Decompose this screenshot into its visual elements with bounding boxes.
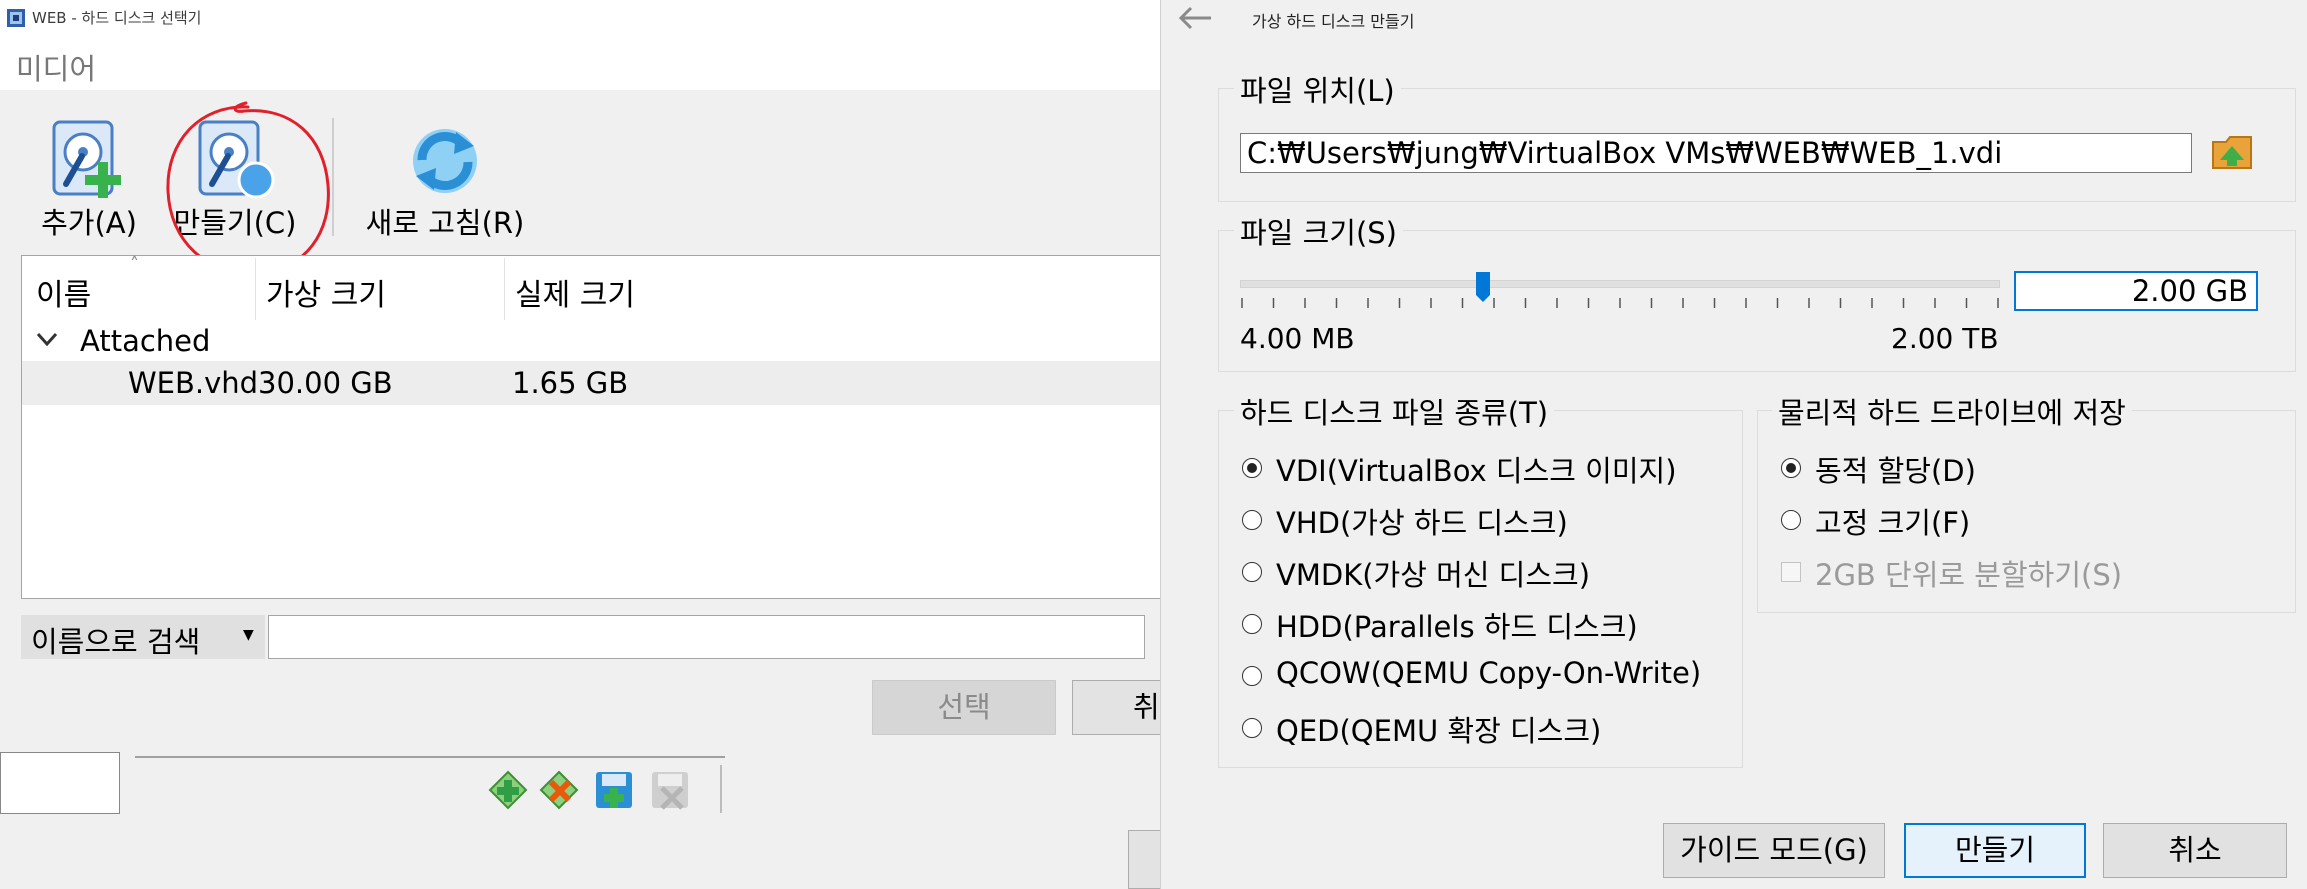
subtitle-bar — [0, 38, 1160, 90]
search-mode-label: 이름으로 검색 — [31, 625, 201, 659]
search-input[interactable] — [268, 615, 1145, 659]
size-slider[interactable] — [1240, 280, 2000, 288]
background-divider — [135, 756, 725, 758]
disk-type-option-label: VDI(VirtualBox 디스크 이미지) — [1276, 454, 1677, 488]
radio-button[interactable] — [1242, 718, 1262, 738]
size-slider-handle[interactable] — [1475, 271, 1491, 303]
dialog-title: 가상 하드 디스크 만들기 — [1252, 12, 1415, 31]
disk-type-option-label: VHD(가상 하드 디스크) — [1276, 506, 1568, 540]
add-attachment-icon[interactable] — [486, 768, 530, 812]
dropdown-arrow-icon: ▼ — [243, 627, 254, 643]
folder-browse-icon[interactable] — [2210, 130, 2254, 174]
refresh-icon — [413, 129, 477, 193]
refresh-button[interactable]: 새로 고침(R) — [350, 90, 540, 240]
row-disk-name: WEB.vhd — [128, 366, 259, 400]
file-size-title: 파일 크기(S) — [1234, 210, 1403, 252]
disk-type-option-label: QCOW(QEMU Copy-On-Write) — [1276, 656, 1702, 690]
select-button[interactable]: 선택 — [872, 680, 1056, 735]
size-input[interactable]: 2.00 GB — [2014, 271, 2258, 311]
remove-disk-small-icon-disabled — [652, 772, 688, 810]
column-header-name[interactable]: 이름 — [36, 270, 91, 314]
row-actual-size: 1.65 GB — [512, 366, 629, 400]
create-button[interactable]: 만들기 — [1904, 823, 2086, 878]
column-divider — [504, 258, 505, 320]
file-location-title: 파일 위치(L) — [1234, 68, 1401, 110]
background-separator — [720, 765, 722, 813]
storage-option-label: 동적 할당(D) — [1815, 454, 1976, 488]
column-header-actual-size[interactable]: 실제 크기 — [515, 270, 635, 314]
search-mode-dropdown[interactable]: 이름으로 검색 ▼ — [21, 615, 265, 659]
disk-type-option-label: HDD(Parallels 하드 디스크) — [1276, 610, 1638, 644]
min-size-label: 4.00 MB — [1240, 322, 1355, 355]
add-disk-button[interactable]: 추가(A) — [14, 90, 164, 240]
storage-option-label: 고정 크기(F) — [1815, 506, 1971, 540]
disk-type-option-label: VMDK(가상 머신 디스크) — [1276, 558, 1591, 592]
radio-button[interactable] — [1242, 562, 1262, 582]
radio-button[interactable] — [1242, 510, 1262, 530]
refresh-label: 새로 고침(R) — [365, 206, 525, 240]
background-list-box — [0, 752, 120, 814]
add-disk-icon — [52, 120, 121, 198]
hand-drawn-circle-annotation — [166, 101, 330, 275]
radio-button[interactable] — [1242, 666, 1262, 686]
window-title: WEB - 하드 디스크 선택기 — [32, 9, 202, 27]
guided-mode-button[interactable]: 가이드 모드(G) — [1663, 823, 1885, 878]
size-slider-ticks — [1241, 298, 1999, 308]
row-virtual-size: 30.00 GB — [258, 366, 393, 400]
back-arrow-icon[interactable] — [1175, 0, 1215, 36]
split-2gb-checkbox — [1781, 562, 1801, 582]
storage-title: 물리적 하드 드라이브에 저장 — [1772, 390, 2132, 432]
column-divider — [255, 258, 256, 320]
cancel-button[interactable]: 취소 — [2103, 823, 2287, 878]
media-table[interactable]: ˄ 이름 가상 크기 실제 크기 Attached WEB.vhd 30.00 … — [21, 254, 1161, 599]
attached-group-label: Attached — [80, 324, 211, 358]
media-subtitle: 미디어 — [16, 52, 97, 86]
max-size-label: 2.00 TB — [1891, 322, 1999, 355]
disk-type-option-label: QED(QEMU 확장 디스크) — [1276, 714, 1602, 748]
file-path-input[interactable]: C:₩Users₩jung₩VirtualBox VMs₩WEB₩WEB_1.v… — [1240, 133, 2192, 173]
radio-button[interactable] — [1242, 458, 1262, 478]
radio-button[interactable] — [1242, 614, 1262, 634]
chevron-down-icon[interactable] — [32, 324, 62, 354]
radio-button[interactable] — [1781, 458, 1801, 478]
remove-attachment-icon[interactable] — [537, 768, 581, 812]
add-disk-small-icon[interactable] — [592, 768, 636, 812]
column-header-virtual-size[interactable]: 가상 크기 — [266, 270, 386, 314]
split-2gb-label: 2GB 단위로 분할하기(S) — [1815, 558, 2123, 592]
virtualbox-app-icon — [7, 9, 25, 27]
sort-ascending-icon: ˄ — [130, 254, 139, 275]
add-disk-label: 추가(A) — [41, 206, 137, 240]
radio-button[interactable] — [1781, 510, 1801, 530]
disk-type-title: 하드 디스크 파일 종류(T) — [1234, 390, 1555, 432]
